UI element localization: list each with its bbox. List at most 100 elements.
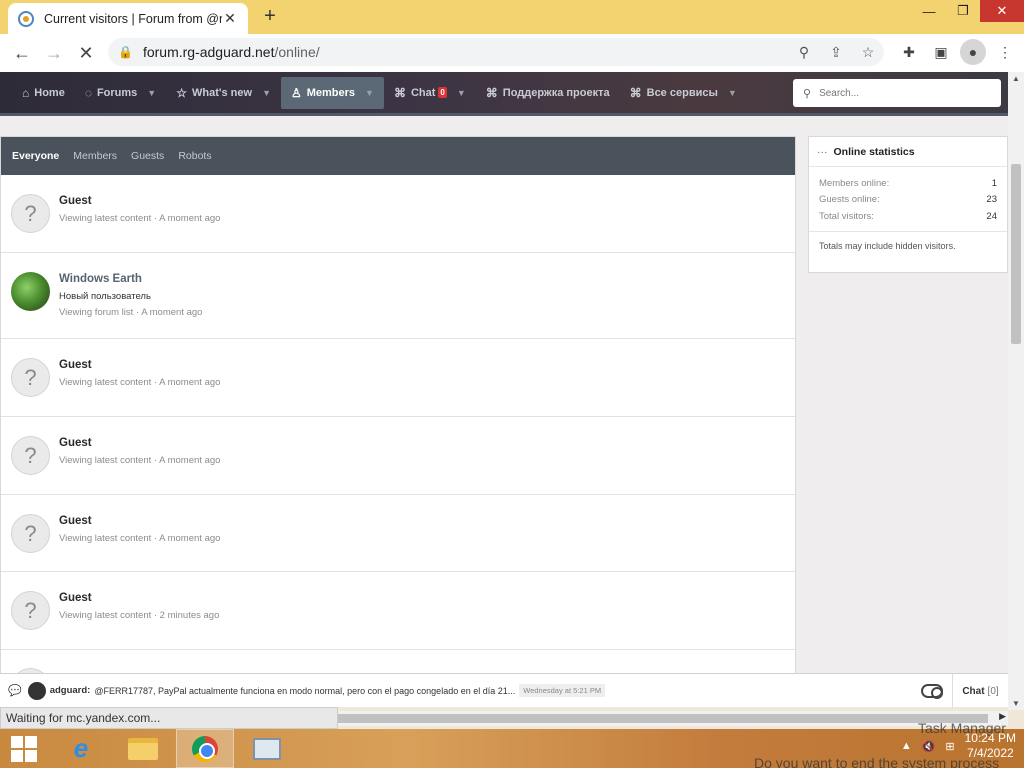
nav-members[interactable]: ♙ Members ▼ [280, 76, 384, 109]
browser-tab[interactable]: Current visitors | Forum from @r ✕ [8, 3, 248, 34]
address-bar[interactable]: 🔒 forum.rg-adguard.net/online/ ⚲ ⇪ ☆ [108, 38, 884, 66]
site-search[interactable]: ⚲ [793, 79, 1001, 107]
taskbar-internet-explorer[interactable]: e [52, 729, 110, 768]
chat-count-badge: 0 [438, 87, 447, 98]
list-item: ? Guest Viewing latest content · A momen… [1, 339, 795, 417]
nav-all-services[interactable]: ⌘ Все сервисы ▼ [620, 77, 747, 109]
taskbar-task-manager[interactable] [238, 729, 296, 768]
url-text[interactable]: forum.rg-adguard.net/online/ [143, 44, 788, 60]
star-icon: ☆ [176, 85, 187, 100]
new-tab-button[interactable]: + [258, 5, 282, 28]
close-window-button[interactable]: ✕ [980, 0, 1024, 22]
share-icon[interactable]: ⇪ [820, 44, 852, 61]
lock-icon: 🔒 [118, 45, 133, 59]
nav-chat[interactable]: ⌘ Chat 0 ▼ [384, 77, 476, 109]
visitor-user-title: Новый пользователь [59, 291, 151, 302]
user-icon: ♙ [290, 85, 302, 100]
visitors-panel: Everyone Members Guests Robots ? Guest V… [0, 136, 796, 673]
browser-menu-icon[interactable]: ⋮ [992, 39, 1018, 65]
visitor-filter-tabs: Everyone Members Guests Robots [1, 137, 795, 175]
tab-guests[interactable]: Guests [124, 150, 171, 162]
show-hidden-icons-icon[interactable]: ▲ [901, 740, 912, 752]
chevron-down-icon[interactable]: ▼ [457, 88, 466, 98]
scroll-up-icon[interactable]: ▲ [1008, 74, 1024, 83]
stat-row: Total visitors: 24 [819, 210, 997, 222]
visitor-name: Guest [59, 359, 92, 371]
tag-icon: ⌘ [629, 85, 642, 100]
chevron-down-icon[interactable]: ▼ [262, 88, 271, 98]
widget-header: ··· Online statistics [809, 137, 1007, 167]
tab-everyone[interactable]: Everyone [5, 150, 66, 162]
chevron-down-icon[interactable]: ▼ [365, 88, 374, 98]
taskbar-file-explorer[interactable] [114, 729, 172, 768]
nav-support-project[interactable]: ⌘ Поддержка проекта [476, 77, 620, 109]
forward-button[interactable]: → [38, 37, 70, 69]
side-panel-icon[interactable]: ▣ [928, 39, 954, 65]
list-item: Windows Earth Новый пользователь Viewing… [1, 253, 795, 339]
internet-explorer-icon: e [73, 733, 89, 763]
bookmark-star-icon[interactable]: ☆ [852, 44, 884, 61]
visitor-name[interactable]: Windows Earth [59, 273, 142, 285]
vertical-scrollbar[interactable]: ▲ ▼ [1008, 72, 1024, 710]
visitor-activity: Viewing latest content · A moment ago [59, 455, 221, 466]
windows-logo-icon [11, 735, 37, 762]
horizontal-scrollbar[interactable]: ▶ [338, 711, 1008, 726]
chat-toggle-icon[interactable] [921, 684, 943, 699]
browser-tabstrip: Current visitors | Forum from @r ✕ + — ❐… [0, 0, 1024, 34]
tab-close-icon[interactable]: ✕ [222, 10, 238, 27]
restore-button[interactable]: ❐ [946, 0, 980, 22]
start-button[interactable] [0, 729, 48, 768]
guest-avatar-icon: ? [11, 194, 50, 233]
avatar [27, 681, 46, 700]
task-manager-icon [253, 737, 281, 760]
stop-loading-button[interactable]: ✕ [70, 37, 102, 69]
stat-row: Guests online: 23 [819, 194, 997, 206]
scrollbar-thumb[interactable] [338, 714, 988, 723]
browser-status-bar: Waiting for mc.yandex.com... [0, 707, 338, 729]
nav-home[interactable]: ⌂ Home [12, 77, 75, 109]
extensions-icon[interactable]: ✚ [896, 39, 922, 65]
volume-muted-icon[interactable]: 🔇 [922, 740, 936, 753]
taskbar-chrome[interactable] [176, 729, 234, 768]
site-navigation: ⌂ Home ◌ Forums ▼ ☆ What's new ▼ ♙ Members ▼ ⌘ C… [0, 72, 1008, 116]
search-icon: ⚲ [803, 87, 812, 100]
tab-members[interactable]: Members [66, 150, 124, 162]
tab-robots[interactable]: Robots [171, 150, 218, 162]
minimize-button[interactable]: — [912, 0, 946, 22]
chat-bar: 💬 adguard: @FERR17787, PayPal actualment… [0, 673, 1008, 708]
network-icon[interactable]: ⊞ [945, 740, 954, 753]
chat-timestamp: Wednesday at 5:21 PM [519, 684, 606, 697]
zoom-icon[interactable]: ⚲ [788, 44, 820, 61]
browser-toolbar: ← → ✕ 🔒 forum.rg-adguard.net/online/ ⚲ ⇪… [0, 34, 1024, 72]
profile-avatar-icon[interactable]: ● [960, 39, 986, 65]
visitor-activity: Viewing latest content · A moment ago [59, 377, 221, 388]
menu-dots-icon: ··· [817, 145, 828, 158]
chevron-down-icon[interactable]: ▼ [147, 88, 156, 98]
tag-icon: ⌘ [485, 85, 498, 100]
system-tray: ▲ 🔇 ⊞ 10:24 PM 7/4/2022 [901, 731, 1016, 761]
nav-forums[interactable]: ◌ Forums ▼ [75, 77, 166, 109]
avatar[interactable] [11, 272, 50, 311]
visitor-activity: Viewing forum list · A moment ago [59, 307, 203, 318]
system-clock[interactable]: 10:24 PM 7/4/2022 [965, 731, 1016, 761]
search-input[interactable] [819, 87, 990, 99]
toolbar-actions: ✚ ▣ ● ⋮ [896, 39, 1018, 65]
back-button[interactable]: ← [6, 37, 38, 69]
visitor-activity: Viewing latest content · A moment ago [59, 213, 221, 224]
forums-icon: ◌ [84, 85, 92, 100]
scroll-down-icon[interactable]: ▼ [1008, 699, 1024, 708]
list-item: ? Guest Viewing latest content · A momen… [1, 417, 795, 495]
folder-icon [128, 737, 158, 760]
windows-taskbar: e Task Manager Do you want to end the sy… [0, 720, 1024, 768]
list-item: ? Guest Viewing latest content · A momen… [1, 175, 795, 253]
chevron-down-icon[interactable]: ▼ [728, 88, 737, 98]
stat-row: Members online: 1 [819, 177, 997, 189]
online-statistics-widget: ··· Online statistics Members online: 1 Gu… [808, 136, 1008, 273]
home-icon: ⌂ [22, 85, 30, 100]
guest-avatar-icon: ? [11, 436, 50, 475]
list-item: ? [1, 650, 795, 673]
chat-username: adguard: [49, 685, 91, 696]
scrollbar-thumb[interactable] [1011, 164, 1021, 344]
chat-button[interactable]: Chat [0] [952, 674, 1008, 708]
nav-whats-new[interactable]: ☆ What's new ▼ [166, 77, 281, 109]
